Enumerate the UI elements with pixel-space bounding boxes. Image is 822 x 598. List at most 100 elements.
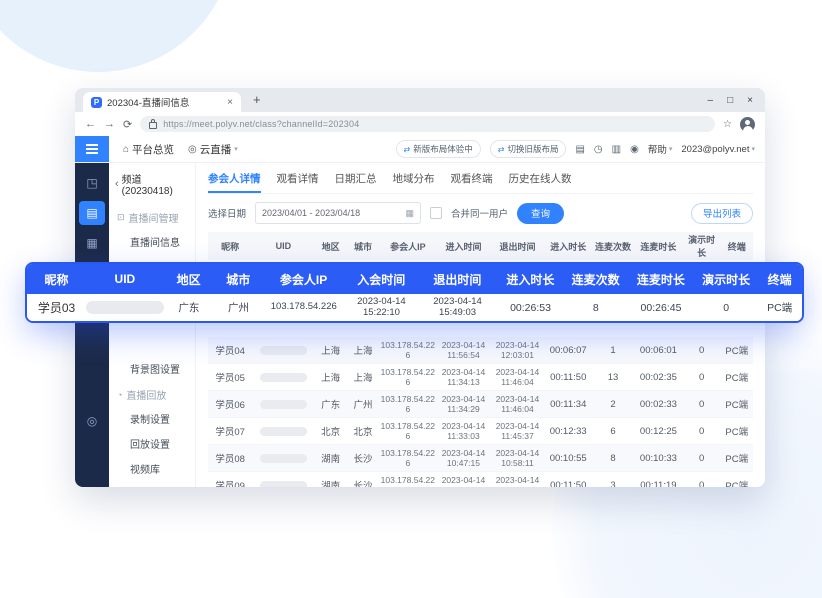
cell-mic_count: 8 bbox=[592, 445, 634, 472]
cell-name: 学员04 bbox=[208, 337, 252, 364]
sidebar-group-playback: ◔直播回放 bbox=[109, 381, 195, 406]
new-tab-button[interactable]: + bbox=[253, 88, 261, 112]
table-row[interactable]: 学员09湖南长沙103.178.54.2262023-04-14 10:46:1… bbox=[208, 472, 753, 488]
tab-观看终端[interactable]: 观看终端 bbox=[451, 164, 493, 193]
table-row[interactable]: 学员08湖南长沙103.178.54.2262023-04-14 10:47:1… bbox=[208, 445, 753, 472]
table-row[interactable]: 学员04上海上海103.178.54.2262023-04-14 11:56:5… bbox=[208, 337, 753, 364]
bookmark-star-icon[interactable]: ☆ bbox=[723, 119, 732, 130]
sidebar-group-manage: ⊡直播间管理 bbox=[109, 204, 195, 229]
chevron-down-icon: ▾ bbox=[669, 145, 673, 153]
magnified-cell-mic_count: 8 bbox=[565, 302, 627, 314]
magnified-cell-region: 广东 bbox=[164, 300, 214, 315]
cell-duration: 00:11:34 bbox=[544, 391, 592, 418]
cell-exit: 2023-04-14 10:58:11 bbox=[490, 445, 544, 472]
column-header: 城市 bbox=[347, 232, 379, 260]
cell-terminal: PC端 bbox=[721, 472, 753, 488]
close-icon[interactable]: × bbox=[747, 95, 753, 106]
layout-icon[interactable]: ▦ bbox=[79, 231, 105, 255]
history-icon[interactable]: ◷ bbox=[594, 144, 603, 155]
cell-mic_count: 2 bbox=[592, 391, 634, 418]
sidebar: ‹ 频道(20230418) ⊡直播间管理直播间信息直播监控直播装修NEW背景图… bbox=[109, 163, 196, 487]
magnified-column-header: 城市 bbox=[213, 271, 263, 288]
dashboard-icon[interactable]: ▤ bbox=[575, 144, 584, 155]
switch-old-layout-button[interactable]: ⇄ 切换旧版布局 bbox=[490, 140, 567, 158]
help-menu[interactable]: 帮助▾ bbox=[648, 142, 673, 156]
column-header: 退出时间 bbox=[490, 232, 544, 260]
sidebar-item[interactable]: 录制设置 bbox=[109, 406, 195, 431]
back-chevron-icon: ‹ bbox=[115, 178, 119, 190]
sidebar-item[interactable]: 回放设置 bbox=[109, 431, 195, 456]
menu-icon[interactable] bbox=[75, 136, 109, 162]
sidebar-item[interactable]: 背景图设置 bbox=[109, 356, 195, 381]
cell-demo_duration: 0 bbox=[683, 472, 721, 488]
video-icon[interactable]: ◳ bbox=[79, 171, 105, 195]
column-header: 昵称 bbox=[208, 232, 252, 260]
sidebar-item[interactable]: 直播间信息 bbox=[109, 229, 195, 254]
cell-ip: 103.178.54.226 bbox=[379, 472, 436, 488]
column-header: 演示时长 bbox=[683, 232, 721, 260]
url-bar[interactable]: https://meet.polyv.net/class?channelId=2… bbox=[140, 116, 715, 132]
magnified-cell-terminal: PC端 bbox=[757, 300, 802, 315]
magnified-cell-demo_duration: 0 bbox=[695, 302, 757, 314]
merge-user-checkbox[interactable] bbox=[430, 207, 442, 219]
cell-region: 北京 bbox=[314, 418, 346, 445]
tab-参会人详情[interactable]: 参会人详情 bbox=[208, 164, 261, 193]
tab-日期汇总[interactable]: 日期汇总 bbox=[335, 164, 377, 193]
reload-icon[interactable]: ⟳ bbox=[123, 118, 132, 131]
cell-demo_duration: 0 bbox=[683, 445, 721, 472]
export-list-button[interactable]: 导出列表 bbox=[691, 203, 753, 224]
sidebar-group-label: 直播间管理 bbox=[129, 210, 179, 225]
list-icon[interactable]: ▤ bbox=[79, 201, 105, 225]
minimize-icon[interactable]: – bbox=[708, 95, 714, 106]
cell-name: 学员09 bbox=[208, 472, 252, 488]
nav-platform-overview[interactable]: ⌂ 平台总览 bbox=[123, 142, 174, 157]
cell-terminal: PC端 bbox=[721, 364, 753, 391]
maximize-icon[interactable]: □ bbox=[727, 95, 733, 106]
forward-icon[interactable]: → bbox=[104, 118, 115, 130]
magnified-column-header: 昵称 bbox=[27, 271, 86, 288]
cell-demo_duration: 0 bbox=[683, 364, 721, 391]
cell-exit: 2023-04-14 11:46:04 bbox=[490, 391, 544, 418]
magnified-cell-uid bbox=[86, 301, 164, 314]
live-icon: ◎ bbox=[188, 144, 197, 155]
cell-city: 长沙 bbox=[347, 445, 379, 472]
table-row[interactable]: 学员06广东广州103.178.54.2262023-04-14 11:34:2… bbox=[208, 391, 753, 418]
column-header: 连麦次数 bbox=[592, 232, 634, 260]
table-row[interactable]: 学员07北京北京103.178.54.2262023-04-14 11:33:0… bbox=[208, 418, 753, 445]
playback-icon: ◔ bbox=[117, 390, 122, 400]
table-row[interactable]: 学员05上海上海103.178.54.2262023-04-14 11:34:1… bbox=[208, 364, 753, 391]
magnified-column-header: 入会时间 bbox=[344, 271, 419, 288]
service-icon[interactable]: ◉ bbox=[630, 144, 639, 155]
detail-tabs: 参会人详情观看详情日期汇总地域分布观看终端历史在线人数 bbox=[208, 163, 753, 194]
magnified-cell-mic_duration: 00:26:45 bbox=[627, 302, 695, 314]
column-header: 参会人IP bbox=[379, 232, 436, 260]
chat-icon[interactable]: ◎ bbox=[79, 409, 105, 433]
tab-历史在线人数[interactable]: 历史在线人数 bbox=[509, 164, 572, 193]
cell-mic_count: 6 bbox=[592, 418, 634, 445]
tab-地域分布[interactable]: 地域分布 bbox=[393, 164, 435, 193]
nav-cloud-live[interactable]: ◎ 云直播 ▾ bbox=[188, 142, 238, 157]
cell-uid bbox=[252, 445, 314, 472]
new-layout-pill-button[interactable]: ⇄ 新版布局体验中 bbox=[396, 140, 481, 158]
magnified-column-header: 进入时长 bbox=[496, 271, 564, 288]
cell-uid bbox=[252, 418, 314, 445]
magnified-data-row: 学员03广东广州103.178.54.2262023-04-14 15:22:1… bbox=[27, 294, 802, 321]
tab-观看详情[interactable]: 观看详情 bbox=[277, 164, 319, 193]
cell-duration: 00:12:33 bbox=[544, 418, 592, 445]
sidebar-item[interactable]: 视频库 bbox=[109, 456, 195, 481]
date-range-input[interactable]: 2023/04/01 - 2023/04/18 ▦ bbox=[255, 202, 421, 224]
tab-close-icon[interactable]: × bbox=[227, 97, 233, 108]
cell-terminal: PC端 bbox=[721, 445, 753, 472]
cell-name: 学员06 bbox=[208, 391, 252, 418]
account-menu[interactable]: 2023@polyv.net▾ bbox=[681, 144, 755, 155]
magnified-column-header: 地区 bbox=[164, 271, 214, 288]
message-icon[interactable]: ▥ bbox=[612, 144, 621, 155]
cell-region: 广东 bbox=[314, 391, 346, 418]
query-button[interactable]: 查询 bbox=[517, 203, 564, 224]
channel-back-link[interactable]: ‹ 频道(20230418) bbox=[109, 163, 195, 204]
back-icon[interactable]: ← bbox=[85, 118, 96, 130]
page-background: P 202304-直播间信息 × + – □ × ← → ⟳ https://m… bbox=[0, 0, 822, 598]
browser-profile-avatar[interactable] bbox=[740, 117, 755, 132]
app-body: ◳▤▦◔◎ ‹ 频道(20230418) ⊡直播间管理直播间信息直播监控直播装修… bbox=[75, 163, 765, 487]
browser-tab[interactable]: P 202304-直播间信息 × bbox=[83, 92, 241, 112]
